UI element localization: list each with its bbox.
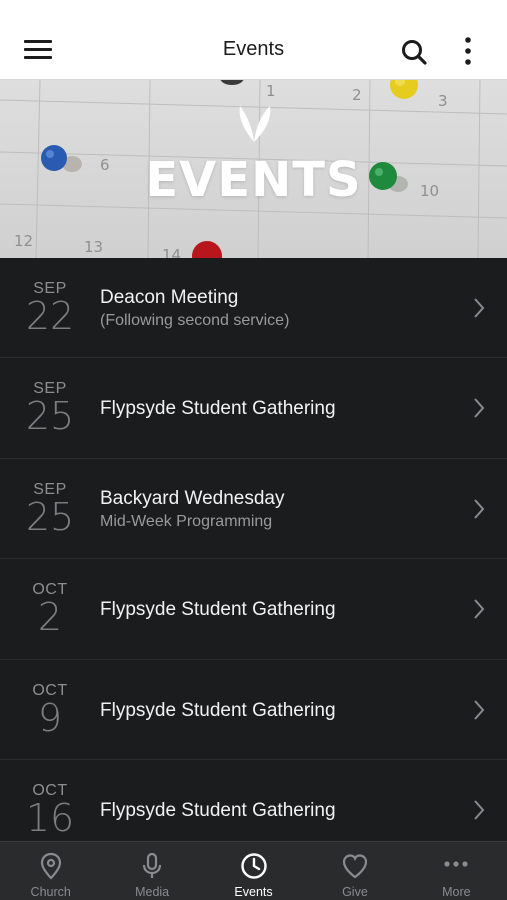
calendar-number: 3 (438, 92, 448, 110)
event-day: 2 (37, 595, 63, 640)
event-title: Flypsyde Student Gathering (100, 599, 336, 621)
tab-label: Media (135, 885, 170, 899)
calendar-number: 13 (84, 238, 103, 256)
horizontal-dots-icon (444, 861, 468, 867)
tab-label: Events (234, 885, 273, 899)
event-title: Deacon Meeting (100, 287, 239, 308)
event-title: Flypsyde Student Gathering (100, 699, 336, 721)
tab-events[interactable]: Events (203, 842, 304, 900)
vertical-dots-icon[interactable] (456, 36, 480, 66)
event-date: OCT 16 (0, 760, 100, 841)
event-date: SEP 25 (0, 358, 100, 457)
event-day: 25 (25, 394, 75, 439)
chevron-right-icon (474, 298, 485, 318)
search-icon[interactable] (400, 38, 428, 66)
event-title: Backyard Wednesday (100, 487, 285, 509)
event-row[interactable]: SEP 25 Backyard Wednesday Mid-Week Progr… (0, 459, 507, 560)
calendar-number: 12 (14, 232, 33, 250)
events-list: SEP 22 Deacon Meeting (Following second … (0, 258, 507, 841)
chevron-right-icon (474, 398, 485, 419)
event-row[interactable]: OCT 16 Flypsyde Student Gathering (0, 760, 507, 841)
tab-give[interactable]: Give (304, 842, 405, 900)
event-row[interactable]: SEP 22 Deacon Meeting (Following second … (0, 258, 507, 359)
calendar-number: 2 (352, 86, 362, 104)
event-row[interactable]: OCT 2 Flypsyde Student Gathering (0, 559, 507, 660)
banner-heading: EVENTS (145, 152, 362, 208)
location-pin-icon (40, 852, 61, 880)
calendar-number: 14 (162, 246, 181, 258)
tab-media[interactable]: Media (101, 842, 202, 900)
event-day: 9 (37, 695, 63, 740)
event-subtitle: (Following second service) (100, 312, 290, 329)
tab-label: More (442, 885, 471, 899)
leaf-logo-icon (239, 106, 271, 142)
bottom-tab-bar: Church Media Events Give More (0, 841, 507, 900)
event-date: OCT 2 (0, 559, 100, 658)
tab-church[interactable]: Church (0, 842, 101, 900)
event-row[interactable]: SEP 25 Flypsyde Student Gathering (0, 358, 507, 459)
top-app-bar: Events (0, 0, 507, 80)
chevron-right-icon (474, 499, 485, 519)
chevron-right-icon (474, 800, 485, 820)
event-row[interactable]: OCT 9 Flypsyde Student Gathering (0, 660, 507, 760)
event-day: 25 (25, 494, 75, 539)
event-day: 16 (25, 795, 75, 840)
tab-label: Church (30, 885, 71, 899)
page-title: Events (222, 38, 285, 60)
event-date: SEP 22 (0, 258, 100, 357)
microphone-icon (143, 852, 162, 878)
tab-label: Give (342, 885, 368, 899)
calendar-number: 1 (266, 82, 276, 100)
chevron-right-icon (474, 599, 485, 619)
events-banner: 1 2 3 6 10 12 13 14 EVENTS (0, 80, 507, 258)
event-title: Flypsyde Student Gathering (100, 799, 336, 821)
clock-icon (240, 853, 267, 879)
heart-icon (342, 854, 368, 879)
event-date: SEP 25 (0, 459, 100, 558)
event-date: OCT 9 (0, 660, 100, 759)
event-title: Flypsyde Student Gathering (100, 398, 336, 420)
event-day: 22 (25, 294, 75, 338)
tab-more[interactable]: More (406, 842, 507, 900)
event-subtitle: Mid-Week Programming (100, 512, 273, 530)
chevron-right-icon (474, 699, 485, 720)
